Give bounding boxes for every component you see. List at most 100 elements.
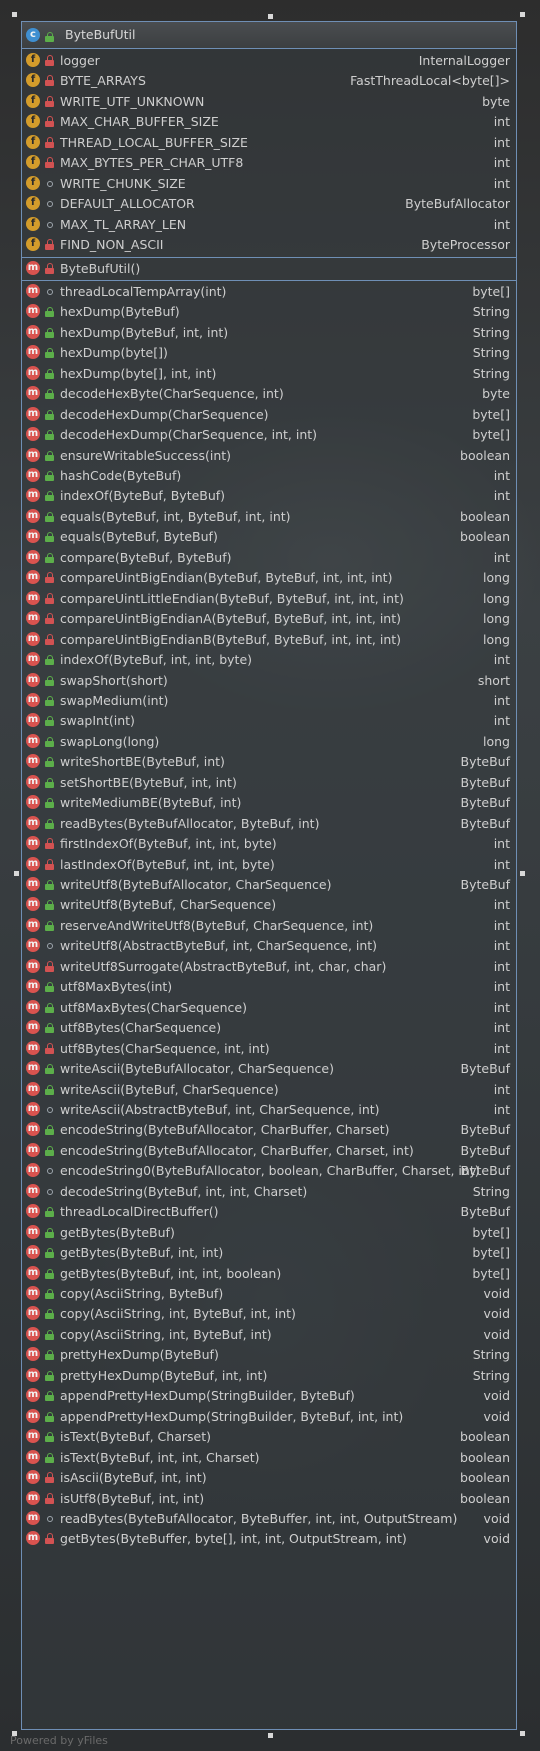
member-type: ByteBuf (460, 754, 510, 770)
member-name: ensureWritableSuccess(int) (60, 447, 232, 463)
member-name: hexDump(byte[]) (60, 345, 168, 361)
public-icon (45, 531, 55, 543)
member-type: int (493, 549, 510, 565)
member-type: long (483, 631, 510, 647)
member-name: logger (60, 53, 100, 68)
class-node[interactable]: c ByteBufUtil f logger InternalLogger f BYTE… (21, 21, 517, 1730)
public-icon (45, 1288, 55, 1299)
member-name: compareUintBigEndian(ByteBuf, ByteBuf, i… (60, 570, 393, 586)
member-name: encodeString(ByteBufAllocator, CharBuffe… (60, 1122, 390, 1138)
member-type: int (493, 155, 510, 171)
method-icon: m (26, 1388, 40, 1403)
member-name: WRITE_CHUNK_SIZE (60, 175, 186, 191)
public-icon (45, 368, 55, 379)
public-icon (45, 409, 55, 420)
member-name: threadLocalDirectBuffer() (60, 1204, 219, 1220)
method-icon: m (26, 1490, 40, 1505)
selection-handle-bottom-center[interactable] (268, 1733, 273, 1738)
public-icon (45, 1227, 55, 1238)
member-type: String (472, 1183, 510, 1199)
member-name: isUtf8(ByteBuf, int, int) (60, 1490, 205, 1506)
constructor-row[interactable]: m ByteBufUtil() (22, 258, 516, 281)
member-name: swapShort(short) (60, 672, 168, 688)
member-type: String (472, 1347, 510, 1363)
member-type: String (472, 324, 510, 340)
method-icon: m (26, 1326, 40, 1341)
member-name: FIND_NON_ASCII (60, 237, 164, 253)
member-name: reserveAndWriteUtf8(ByteBuf, CharSequenc… (60, 917, 374, 933)
public-icon (45, 1370, 55, 1381)
package-icon (45, 1104, 55, 1115)
member-name: isText(ByteBuf, Charset) (60, 1429, 211, 1445)
selection-handle-top-left[interactable] (12, 12, 17, 17)
method-icon: m (26, 1367, 40, 1382)
method-icon: m (26, 1020, 40, 1035)
package-icon (45, 1513, 55, 1524)
member-type: void (483, 1531, 510, 1547)
method-icon: m (26, 1531, 40, 1546)
member-name: getBytes(ByteBuf, int, int, boolean) (60, 1265, 282, 1281)
member-type: int (493, 134, 510, 150)
member-name: MAX_TL_ARRAY_LEN (60, 216, 187, 232)
member-type: int (493, 216, 510, 232)
method-row[interactable]: m getBytes(ByteBuffer, byte[], int, int, … (22, 1528, 516, 1551)
public-icon (45, 1063, 55, 1075)
package-icon (45, 198, 55, 209)
field-icon: f (26, 73, 40, 88)
method-icon: m (26, 897, 40, 912)
member-type: FastThreadLocal<byte[]> (350, 73, 510, 89)
selection-handle-top-center[interactable] (268, 14, 273, 19)
member-type: InternalLogger (418, 53, 510, 68)
private-lock-icon (45, 572, 55, 584)
member-type: ByteBuf (460, 795, 510, 811)
field-row[interactable]: f FIND_NON_ASCII ByteProcessor (22, 234, 516, 257)
public-icon (45, 1084, 55, 1095)
member-name: decodeHexDump(CharSequence, int, int) (60, 427, 318, 443)
method-icon: m (26, 1224, 40, 1239)
class-header[interactable]: c ByteBufUtil (22, 22, 516, 49)
member-name: MAX_BYTES_PER_CHAR_UTF8 (60, 155, 244, 171)
member-type: int (493, 999, 510, 1015)
member-name: hashCode(ByteBuf) (60, 468, 182, 483)
public-icon (45, 715, 55, 727)
member-type: String (472, 345, 510, 361)
method-icon: m (26, 815, 40, 830)
method-icon: m (26, 365, 40, 380)
member-type: ByteBufAllocator (405, 196, 510, 212)
method-icon: m (26, 427, 40, 442)
member-name: getBytes(ByteBuf, int, int) (60, 1245, 224, 1261)
member-name: isAscii(ByteBuf, int, int) (60, 1470, 207, 1486)
member-name: ByteBufUtil() (60, 260, 141, 276)
private-lock-icon (45, 592, 55, 604)
member-name: writeUtf8Surrogate(AbstractByteBuf, int,… (60, 958, 387, 974)
member-name: swapInt(int) (60, 713, 135, 729)
member-type: void (483, 1388, 510, 1404)
method-icon: m (26, 1510, 40, 1525)
member-type: int (493, 958, 510, 974)
field-icon: f (26, 93, 40, 108)
private-lock-icon (45, 1533, 55, 1545)
method-icon: m (26, 836, 40, 851)
member-name: prettyHexDump(ByteBuf) (60, 1347, 219, 1363)
method-icon: m (26, 345, 40, 360)
member-name: swapLong(long) (60, 733, 160, 749)
member-name: indexOf(ByteBuf, int, int, byte) (60, 652, 253, 668)
selection-handle-top-right[interactable] (520, 12, 525, 17)
private-lock-icon (45, 1472, 55, 1484)
method-icon: m (26, 692, 40, 707)
member-name: WRITE_UTF_UNKNOWN (60, 93, 205, 109)
field-icon: f (26, 237, 40, 252)
public-icon (45, 347, 55, 359)
selection-handle-middle-right[interactable] (520, 871, 525, 876)
method-icon: m (26, 917, 40, 932)
public-icon (45, 756, 55, 768)
member-name: equals(ByteBuf, ByteBuf) (60, 529, 218, 545)
public-icon (45, 429, 55, 441)
public-icon (45, 899, 55, 911)
member-name: threadLocalTempArray(int) (60, 283, 227, 299)
public-icon (45, 1390, 55, 1402)
member-name: lastIndexOf(ByteBuf, int, int, byte) (60, 856, 275, 872)
selection-handle-middle-left[interactable] (14, 871, 19, 876)
method-icon: m (26, 260, 40, 275)
selection-handle-bottom-right[interactable] (520, 1731, 525, 1736)
